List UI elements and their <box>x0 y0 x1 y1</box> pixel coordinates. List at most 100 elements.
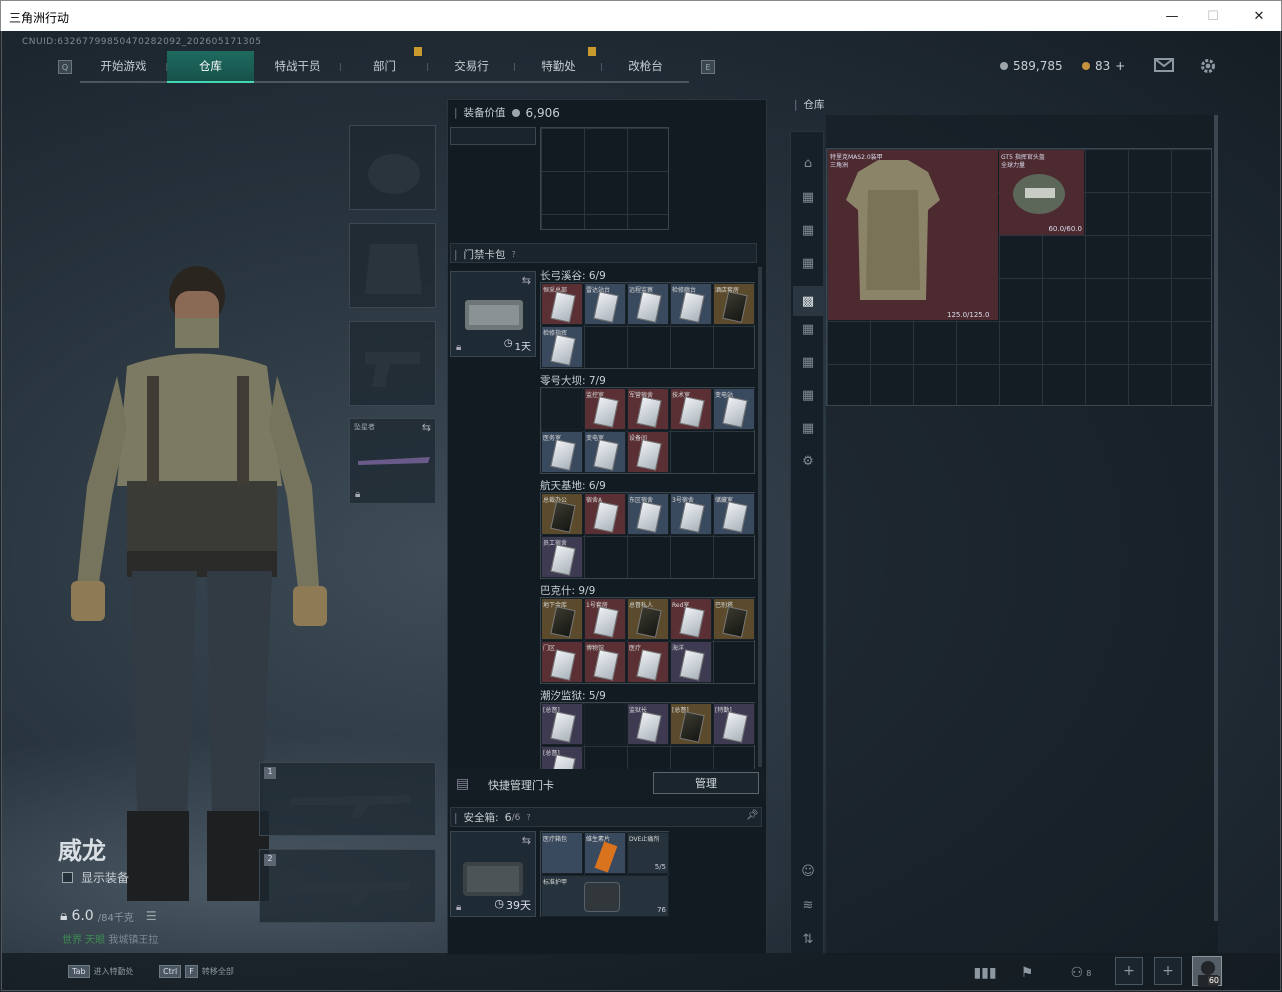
keycard-item[interactable]: 远程监察 <box>627 283 669 325</box>
keycard-item[interactable]: 宿舍A <box>584 493 626 535</box>
stash-item-helmet[interactable]: GT5 指挥官头盔 全球力量 60.0/60.0 <box>999 150 1084 235</box>
stash-page-6-icon[interactable]: ▦ <box>799 353 817 371</box>
show-equipment-checkbox[interactable] <box>62 872 73 883</box>
add-currency-button[interactable]: + <box>1115 59 1125 73</box>
tab-gunsmith[interactable]: 改枪台 <box>602 51 689 83</box>
keycard-item[interactable]: 巴别塔 <box>713 598 755 640</box>
stash-page-7-icon[interactable]: ▦ <box>799 386 817 404</box>
keycard-item[interactable]: Red室 <box>670 598 712 640</box>
tab-warehouse[interactable]: 仓库 <box>167 51 254 83</box>
player-avatar[interactable]: 60 <box>1192 956 1222 987</box>
keycard-item[interactable]: 门区 <box>541 641 583 683</box>
close-button[interactable]: ✕ <box>1241 5 1277 27</box>
nav-prev-key-icon[interactable]: Q <box>58 60 72 74</box>
backpack-slot[interactable] <box>450 127 536 145</box>
keycard-item[interactable]: [总督] <box>670 703 712 745</box>
nav-next-key-icon[interactable]: E <box>701 60 715 74</box>
tab-start-game[interactable]: 开始游戏 <box>80 51 167 83</box>
settings-gear-icon[interactable] <box>1199 57 1217 80</box>
show-equipment-toggle[interactable]: 显示装备 <box>62 869 129 886</box>
keycard-item[interactable]: 1号套房 <box>584 598 626 640</box>
tab-operators[interactable]: 特战干员 <box>254 51 341 83</box>
keycard-item[interactable]: 监控室 <box>584 388 626 430</box>
portrait-icon[interactable]: ☺ <box>799 862 817 880</box>
keycard-item[interactable]: 军营宿舍 <box>627 388 669 430</box>
stash-item-armor[interactable]: 特里克MAS2.0装甲 三角洲 <box>828 150 956 320</box>
keycard-item[interactable]: 地下金库 <box>541 598 583 640</box>
keycard-scrollbar[interactable] <box>758 267 762 767</box>
keycard-item[interactable]: 监狱长 <box>627 703 669 745</box>
keycard-item[interactable]: 检修指挥 <box>541 326 583 368</box>
help-icon[interactable]: ? <box>512 250 516 259</box>
tab-department[interactable]: 部门 <box>341 47 428 83</box>
keycard-item[interactable]: 海洋 <box>670 641 712 683</box>
keycard-item[interactable]: 医务室 <box>541 431 583 473</box>
safebox-item[interactable]: DVE止痛剂 5/5 <box>627 832 669 874</box>
mail-icon[interactable] <box>1154 57 1174 78</box>
keycard-item[interactable]: 变电站 <box>713 388 755 430</box>
helmet-filter-icon[interactable]: ⌂ <box>799 154 817 172</box>
keycard-case-slot[interactable]: ⇆ 🔒︎ ◷ 1天 <box>450 271 536 357</box>
keycard-item[interactable]: 技术室 <box>670 388 712 430</box>
safebox-grid[interactable]: 医疗箱包 维生素片 DVE止痛剂 5/5 标准护甲 76 <box>540 831 669 917</box>
keycard-item[interactable]: 储藏室 <box>713 493 755 535</box>
keycard-item[interactable] <box>584 703 626 745</box>
armor-slot[interactable] <box>349 223 436 308</box>
tab-trade[interactable]: 交易行 <box>428 51 515 83</box>
keycard-item[interactable]: 检修廊台 <box>670 283 712 325</box>
flag-icon[interactable]: ⚑ <box>1016 963 1038 983</box>
keycard-item[interactable]: 医疗 <box>627 641 669 683</box>
safebox-case-slot[interactable]: ⇆ 🔒︎ ◷ 39天 <box>450 831 536 917</box>
stash-page-1-icon[interactable]: ▦ <box>799 188 817 206</box>
safebox-item[interactable]: 医疗箱包 <box>541 832 583 874</box>
stash-page-2-icon[interactable]: ▦ <box>799 221 817 239</box>
keycard-map-grid[interactable]: 恒采总部 雷达站台 远程监察 检修廊台 酒店套房检修指挥 <box>540 282 755 369</box>
keycard-item[interactable]: 博物馆 <box>584 641 626 683</box>
keycard-item[interactable]: 总督私人 <box>627 598 669 640</box>
safebox-item[interactable]: 标准护甲 76 <box>541 875 669 917</box>
keycard-item[interactable]: [特勤] <box>713 703 755 745</box>
stats-chart-icon[interactable]: ▮▮▮ <box>973 963 996 983</box>
stash-page-5-icon[interactable]: ▦ <box>799 320 817 338</box>
maximize-button[interactable]: ☐ <box>1195 5 1231 27</box>
stash-page-3-icon[interactable]: ▦ <box>799 254 817 272</box>
add-party-slot-button[interactable]: + <box>1154 957 1182 985</box>
keycard-item[interactable]: 总裁办公 <box>541 493 583 535</box>
safebox-item[interactable]: 维生素片 <box>584 832 626 874</box>
keycard-item[interactable]: 3号宿舍 <box>670 493 712 535</box>
keycard-map-grid[interactable]: 地下金库 1号套房 总督私人 Red室 巴别塔门区 博物馆 医疗 海洋 <box>540 597 755 684</box>
tab-special-ops[interactable]: 特勤处 <box>515 47 602 83</box>
keycard-map-grid[interactable]: 监控室 军营宿舍 技术室 变电站医务室 变电室 设备间 <box>540 387 755 474</box>
keycard-item[interactable]: 变电室 <box>584 431 626 473</box>
keycard-item[interactable]: 员工宿舍 <box>541 536 583 578</box>
helmet-slot[interactable] <box>349 125 436 210</box>
stash-page-4-icon[interactable]: ▩ <box>793 286 823 316</box>
secondary-weapon-slot[interactable]: 2 <box>259 849 436 923</box>
add-party-slot-button[interactable]: + <box>1115 957 1143 985</box>
pistol-slot[interactable] <box>349 321 436 406</box>
keycard-item[interactable]: 恒采总部 <box>541 283 583 325</box>
keycard-item[interactable]: 酒店套房 <box>713 283 755 325</box>
keycard-item[interactable] <box>541 388 583 430</box>
keycard-item[interactable]: [总督] <box>541 703 583 745</box>
minimize-button[interactable]: — <box>1154 5 1190 27</box>
stash-scrollbar[interactable] <box>1214 115 1218 921</box>
keycard-item[interactable]: 设备间 <box>627 431 669 473</box>
manage-button[interactable]: 管理 <box>653 772 759 794</box>
sort-icon[interactable]: ⇅ <box>799 930 817 948</box>
keycard-map-grid[interactable]: 总裁办公 宿舍A 东区宿舍 3号宿舍 储藏室员工宿舍 <box>540 492 755 579</box>
list-icon[interactable]: ☰ <box>146 909 157 923</box>
gold-currency[interactable]: 83 + <box>1082 59 1125 73</box>
help-icon[interactable]: ? <box>526 813 530 822</box>
stash-grid[interactable]: 特里克MAS2.0装甲 三角洲 125.0/125.0 GT5 指挥官头盔 全球… <box>826 148 1212 406</box>
enter-special-ops-shortcut[interactable]: Tab 进入特勤处 <box>68 965 134 978</box>
transfer-all-shortcut[interactable]: Ctrl F 转移全部 <box>159 965 234 978</box>
melee-slot[interactable]: 坠星者 ⇆ 🔒︎ <box>349 418 436 504</box>
stash-page-8-icon[interactable]: ▦ <box>799 419 817 437</box>
primary-weapon-slot[interactable]: 1 <box>259 762 436 836</box>
stash-settings-icon[interactable]: ⚙ <box>799 452 817 470</box>
keycard-item[interactable]: 雷达站台 <box>584 283 626 325</box>
friends-icon[interactable]: ⚇ 8 <box>1064 963 1098 983</box>
keycard-item[interactable]: 东区宿舍 <box>627 493 669 535</box>
pin-icon[interactable]: 📌︎ <box>746 810 759 821</box>
